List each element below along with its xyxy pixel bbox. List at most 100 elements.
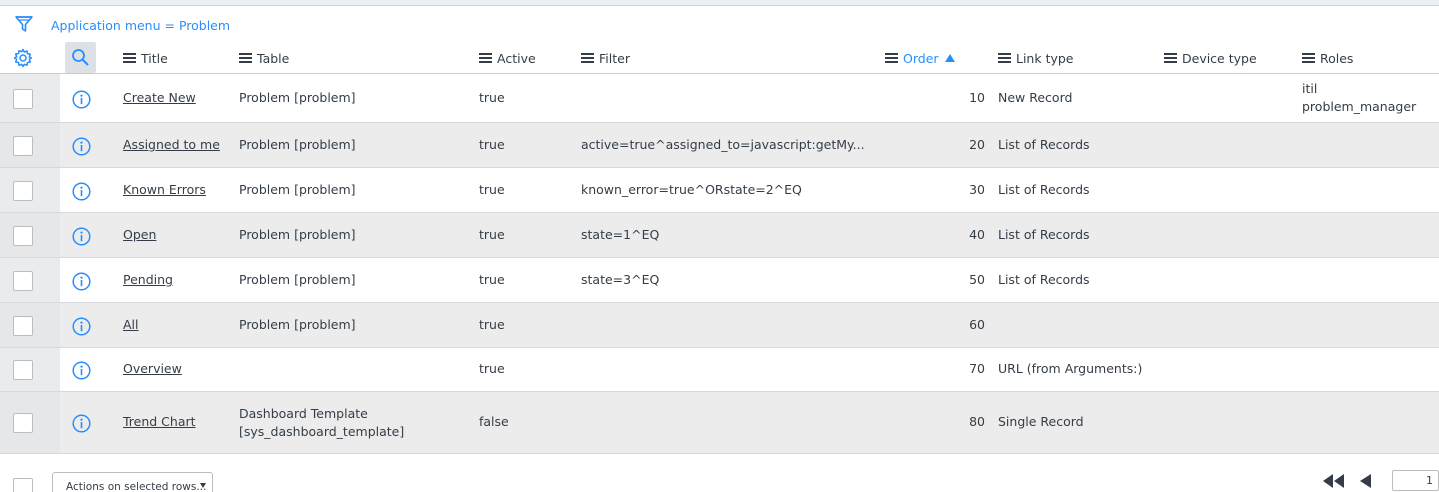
table-row[interactable]: Overview true 70 URL (from Arguments:) (0, 348, 1439, 392)
column-menu-icon[interactable] (123, 53, 136, 63)
row-order: 20 (969, 137, 985, 152)
breadcrumb-condition[interactable]: Application menu = Problem (51, 18, 230, 33)
row-table: Problem [problem] (239, 227, 356, 242)
row-link-type: List of Records (998, 227, 1090, 242)
row-order: 50 (969, 272, 985, 287)
row-checkbox[interactable] (13, 136, 33, 156)
column-header-active[interactable]: Active (479, 50, 536, 66)
row-checkbox[interactable] (13, 360, 33, 380)
column-menu-icon[interactable] (998, 53, 1011, 63)
row-checkbox[interactable] (13, 316, 33, 336)
column-menu-icon[interactable] (885, 53, 898, 63)
row-table: Dashboard Template (239, 406, 368, 421)
row-filter: active=true^assigned_to=javascript:getMy… (581, 137, 865, 152)
column-menu-icon[interactable] (581, 53, 594, 63)
column-label: Active (497, 50, 536, 66)
row-checkbox[interactable] (13, 181, 33, 201)
row-title-link[interactable]: Open (123, 226, 156, 244)
info-icon[interactable] (72, 414, 91, 433)
row-table: Problem [problem] (239, 317, 356, 332)
info-icon[interactable] (72, 137, 91, 156)
row-table: Problem [problem] (239, 182, 356, 197)
column-label: Filter (599, 50, 630, 66)
row-active: false (479, 414, 509, 429)
row-checkbox[interactable] (13, 271, 33, 291)
row-checkbox[interactable] (13, 89, 33, 109)
column-header-title[interactable]: Title (123, 50, 168, 66)
info-icon[interactable] (72, 90, 91, 109)
row-filter: state=3^EQ (581, 272, 660, 287)
table-row[interactable]: Create New Problem [problem] true 10 New Rec… (0, 74, 1439, 123)
column-menu-icon[interactable] (239, 53, 252, 63)
info-icon[interactable] (72, 182, 91, 201)
row-title-link[interactable]: All (123, 316, 139, 334)
row-active: true (479, 182, 505, 197)
table-row[interactable]: Known Errors Problem [problem] true known_e… (0, 168, 1439, 213)
column-label: Table (257, 50, 290, 66)
row-table: Problem [problem] (239, 137, 356, 152)
column-label: Link type (1016, 50, 1074, 66)
row-order: 40 (969, 227, 985, 242)
list-header: Title Table Active Filter Order Link typ… (0, 41, 1439, 74)
top-bar (0, 0, 1439, 6)
row-title-link[interactable]: Create New (123, 89, 196, 107)
column-header-filter[interactable]: Filter (581, 50, 630, 66)
breadcrumb: Application menu = Problem (0, 12, 1439, 38)
info-icon[interactable] (72, 317, 91, 336)
row-role: itil (1302, 81, 1318, 96)
row-title-link[interactable]: Pending (123, 271, 173, 289)
table-row[interactable]: All Problem [problem] true 60 (0, 303, 1439, 348)
actions-select-label: Actions on selected rows... (66, 481, 207, 492)
row-active: true (479, 272, 505, 287)
row-link-type: List of Records (998, 182, 1090, 197)
info-icon[interactable] (72, 227, 91, 246)
row-active: true (479, 137, 505, 152)
row-active: true (479, 317, 505, 332)
row-checkbox[interactable] (13, 226, 33, 246)
filter-icon[interactable] (14, 14, 34, 34)
row-active: true (479, 361, 505, 376)
column-menu-icon[interactable] (1302, 53, 1315, 63)
search-icon (72, 49, 89, 66)
row-active: true (479, 227, 505, 242)
row-title-link[interactable]: Assigned to me (123, 136, 220, 154)
chevron-down-icon (200, 483, 206, 488)
search-button[interactable] (65, 42, 96, 73)
column-header-table[interactable]: Table (239, 50, 289, 66)
column-header-device-type[interactable]: Device type (1164, 50, 1257, 66)
table-row[interactable]: Open Problem [problem] true state=1^EQ 40 Lis… (0, 213, 1439, 258)
select-all-checkbox[interactable] (13, 478, 33, 492)
column-label: Title (141, 50, 168, 66)
row-active: true (479, 90, 505, 105)
row-role: problem_manager (1302, 99, 1417, 114)
row-order: 10 (969, 90, 985, 105)
table-row[interactable]: Pending Problem [problem] true state=3^EQ 50… (0, 258, 1439, 303)
row-title-link[interactable]: Known Errors (123, 181, 206, 199)
row-table-name: [sys_dashboard_template] (239, 424, 405, 439)
row-order: 70 (969, 361, 985, 376)
row-order: 30 (969, 182, 985, 197)
row-link-type: List of Records (998, 137, 1090, 152)
first-page-icon[interactable] (1323, 474, 1347, 488)
column-header-roles[interactable]: Roles (1302, 50, 1353, 66)
row-link-type: URL (from Arguments:) (998, 361, 1143, 376)
row-checkbox[interactable] (13, 413, 33, 433)
page-number-input[interactable]: 1 (1392, 470, 1439, 491)
table-row[interactable]: Trend Chart Dashboard Template [sys_dashbo… (0, 392, 1439, 454)
column-header-link-type[interactable]: Link type (998, 50, 1074, 66)
row-link-type: New Record (998, 90, 1073, 105)
actions-select[interactable]: Actions on selected rows... (52, 472, 213, 492)
table-row[interactable]: Assigned to me Problem [problem] true activ… (0, 123, 1439, 168)
column-menu-icon[interactable] (1164, 53, 1177, 63)
previous-page-icon[interactable] (1360, 474, 1372, 488)
info-icon[interactable] (72, 361, 91, 380)
row-title-link[interactable]: Overview (123, 360, 182, 378)
list-footer: Actions on selected rows... 1 (0, 454, 1439, 492)
row-title-link[interactable]: Trend Chart (123, 413, 196, 431)
row-link-type: Single Record (998, 414, 1084, 429)
gear-icon[interactable] (13, 48, 33, 68)
column-label: Order (903, 50, 939, 66)
column-menu-icon[interactable] (479, 53, 492, 63)
column-header-order[interactable]: Order (885, 50, 955, 66)
info-icon[interactable] (72, 272, 91, 291)
